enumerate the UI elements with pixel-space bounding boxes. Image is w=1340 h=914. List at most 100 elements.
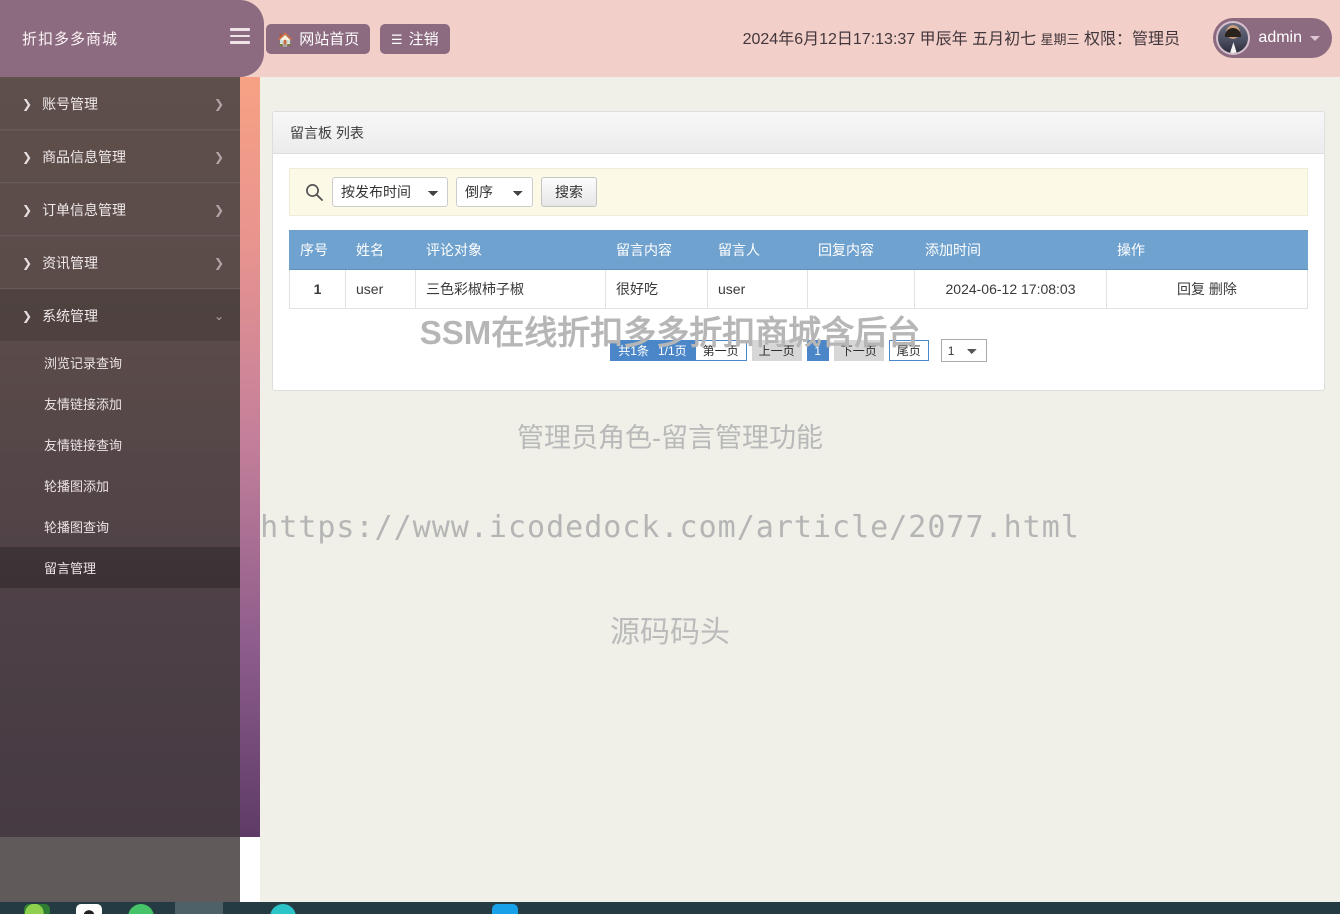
sidebar-group-system[interactable]: ❯ 系统管理 ⌄ [0, 289, 240, 342]
app-icon-green[interactable] [128, 904, 154, 914]
sidebar-item-carousel-add[interactable]: 轮播图添加 [0, 465, 240, 506]
sidebar: ❯ 账号管理 ❯ ❯ 商品信息管理 ❯ ❯ 订单信息管理 ❯ ❯ 资讯管理 ❯ … [0, 77, 240, 837]
chevron-down-icon: ⌄ [213, 308, 224, 323]
sidebar-group-label: 系统管理 [42, 307, 99, 324]
chevron-right-icon: ❯ [22, 255, 33, 270]
table-row: 1 user 三色彩椒柿子椒 很好吃 user 2024-06-12 17:08… [289, 269, 1308, 309]
col-name: 姓名 [345, 230, 416, 270]
cell-content: 很好吃 [605, 269, 708, 309]
chevron-right-icon: ❯ [22, 202, 33, 217]
taskbar-active-highlight [175, 902, 223, 914]
cell-actions[interactable]: 回复 删除 [1106, 269, 1308, 309]
menu-icon: ☰ [391, 31, 403, 47]
sidebar-item-label: 友情链接查询 [44, 438, 123, 453]
sidebar-group-label: 账号管理 [42, 95, 99, 112]
logout-button[interactable]: ☰ 注销 [380, 24, 450, 54]
pagination: 共1条 1/1页 第一页 上一页 1 下一页 尾页 1 [289, 339, 1308, 362]
cell-name: user [345, 269, 416, 309]
cell-target: 三色彩椒柿子椒 [415, 269, 606, 309]
hamburger-bar [230, 41, 250, 44]
pagination-page-1-button[interactable]: 1 [806, 340, 829, 361]
chevron-right-icon: ❯ [213, 96, 224, 111]
sidebar-footer [0, 837, 240, 902]
sidebar-group-label: 商品信息管理 [42, 148, 127, 165]
search-order-select[interactable]: 倒序 [456, 177, 533, 207]
pagination-next-button[interactable]: 下一页 [833, 340, 884, 361]
cell-author: user [707, 269, 808, 309]
sidebar-item-label: 友情链接添加 [44, 397, 123, 412]
page-title: 留言板 列表 [290, 124, 364, 141]
table-header-row: 序号 姓名 评论对象 留言内容 留言人 回复内容 添加时间 操作 [289, 230, 1308, 270]
chevron-right-icon: ❯ [213, 255, 224, 270]
user-menu[interactable]: admin [1213, 18, 1332, 58]
header-datetime: 2024年6月12日17:13:37 甲辰年 五月初七 星期三 权限：管理员 [743, 25, 1180, 49]
hamburger-icon[interactable] [230, 28, 250, 48]
cell-index: 1 [289, 269, 346, 309]
sidebar-item-label: 轮播图添加 [44, 479, 110, 494]
cell-time: 2024-06-12 17:08:03 [914, 269, 1107, 309]
hamburger-bar [230, 34, 250, 37]
main-content: 留言板 列表 按发布时间 倒序 搜索 序号 姓名 评论对象 留言内容 留言人 回… [260, 77, 1340, 902]
os-taskbar[interactable] [0, 902, 1340, 914]
search-icon [306, 184, 323, 201]
brand-block: 折扣多多商城 [0, 0, 240, 77]
browser-icon[interactable] [24, 904, 50, 914]
chevron-right-icon: ❯ [22, 149, 33, 164]
sidebar-group-orders[interactable]: ❯ 订单信息管理 ❯ [0, 183, 240, 236]
message-board-panel: 留言板 列表 按发布时间 倒序 搜索 序号 姓名 评论对象 留言内容 留言人 回… [272, 111, 1325, 391]
col-author: 留言人 [707, 230, 808, 270]
sidebar-item-friendlink-query[interactable]: 友情链接查询 [0, 424, 240, 465]
app-icon-teal[interactable] [270, 904, 296, 914]
pagination-info: 共1条 1/1页 [610, 340, 695, 361]
sidebar-group-accounts[interactable]: ❯ 账号管理 ❯ [0, 77, 240, 130]
logout-label: 注销 [408, 30, 439, 48]
pagination-jump-select[interactable]: 1 [940, 339, 987, 362]
site-home-button[interactable]: 🏠 网站首页 [266, 24, 371, 54]
messages-table: 序号 姓名 评论对象 留言内容 留言人 回复内容 添加时间 操作 1 user [289, 230, 1308, 309]
brand-title: 折扣多多商城 [22, 31, 119, 48]
pagination-last-button[interactable]: 尾页 [888, 340, 929, 361]
chevron-right-icon: ❯ [213, 202, 224, 217]
sidebar-group-products[interactable]: ❯ 商品信息管理 ❯ [0, 130, 240, 183]
chevron-right-icon: ❯ [22, 96, 33, 111]
panel-header: 留言板 列表 [273, 112, 1324, 154]
sidebar-item-message-management[interactable]: 留言管理 [0, 547, 240, 588]
weekday-text: 星期三 [1040, 32, 1080, 47]
role-text: 权限：管理员 [1079, 31, 1180, 48]
sidebar-group-news[interactable]: ❯ 资讯管理 ❯ [0, 236, 240, 289]
sidebar-item-label: 浏览记录查询 [44, 356, 123, 371]
sidebar-item-label: 留言管理 [44, 561, 97, 576]
sidebar-item-carousel-query[interactable]: 轮播图查询 [0, 506, 240, 547]
sidebar-item-label: 轮播图查询 [44, 520, 110, 535]
avatar [1216, 21, 1251, 55]
col-target: 评论对象 [415, 230, 606, 270]
search-button[interactable]: 搜索 [541, 177, 597, 207]
col-index: 序号 [289, 230, 346, 270]
col-time: 添加时间 [914, 230, 1107, 270]
search-toolbar: 按发布时间 倒序 搜索 [289, 168, 1308, 216]
app-icon-blue[interactable] [492, 904, 518, 914]
cell-reply [807, 269, 915, 309]
pagination-prev-button[interactable]: 上一页 [751, 340, 802, 361]
sidebar-item-browse-records[interactable]: 浏览记录查询 [0, 342, 240, 383]
pagination-first-button[interactable]: 第一页 [694, 340, 747, 361]
site-home-label: 网站首页 [299, 30, 360, 48]
chevron-down-icon [1310, 35, 1320, 41]
chevron-right-icon: ❯ [213, 149, 224, 164]
top-header: 折扣多多商城 🏠 网站首页 ☰ 注销 2024年6月12日17:13:37 甲辰… [0, 0, 1340, 77]
col-content: 留言内容 [605, 230, 708, 270]
sidebar-group-label: 资讯管理 [42, 254, 99, 271]
sidebar-strip-footer [240, 837, 260, 902]
panel-body: 按发布时间 倒序 搜索 序号 姓名 评论对象 留言内容 留言人 回复内容 添加时… [273, 154, 1324, 362]
app-icon-white[interactable] [76, 904, 102, 914]
sidebar-item-friendlink-add[interactable]: 友情链接添加 [0, 383, 240, 424]
search-field-select[interactable]: 按发布时间 [332, 177, 448, 207]
home-icon: 🏠 [277, 31, 294, 47]
user-name-label: admin [1258, 29, 1302, 46]
pagination-pages: 1/1页 [657, 344, 687, 358]
chevron-right-icon: ❯ [22, 308, 33, 323]
col-actions: 操作 [1106, 230, 1308, 270]
sidebar-group-label: 订单信息管理 [42, 201, 127, 218]
col-reply: 回复内容 [807, 230, 915, 270]
pagination-total: 共1条 [618, 344, 649, 358]
